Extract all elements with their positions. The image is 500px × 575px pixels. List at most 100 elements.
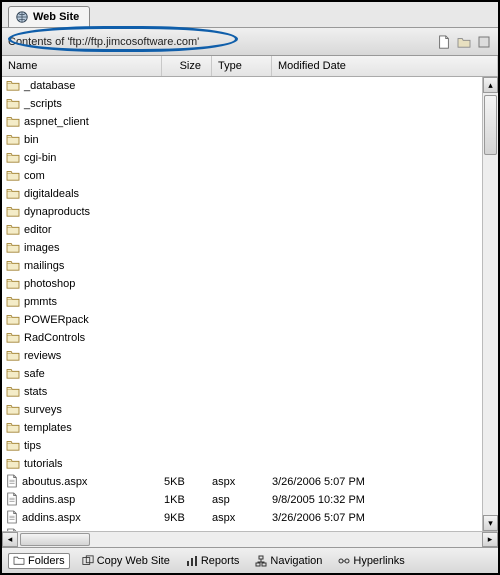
folder-row[interactable]: pmmts [2, 293, 482, 311]
item-name: tips [24, 440, 41, 452]
file-row[interactable]: addins.asp1KBasp9/8/2005 10:32 PM [2, 491, 482, 509]
item-name: aspnet_client [24, 116, 89, 128]
folder-row[interactable]: stats [2, 383, 482, 401]
copy-site-icon [82, 555, 94, 567]
folder-row[interactable]: RadControls [2, 329, 482, 347]
folder-row[interactable]: digitaldeals [2, 185, 482, 203]
item-name: bin [24, 134, 39, 146]
item-name: _database [24, 80, 75, 92]
bottom-tab-label: Navigation [270, 555, 322, 567]
column-header-type[interactable]: Type [212, 56, 272, 76]
item-name: addins.aspx [22, 512, 81, 524]
folder-row[interactable]: images [2, 239, 482, 257]
folder-row[interactable]: cgi-bin [2, 149, 482, 167]
item-size: 5KB [162, 476, 212, 488]
item-name: cgi-bin [24, 152, 56, 164]
folder-row[interactable]: POWERpack [2, 311, 482, 329]
item-name: safe [24, 368, 45, 380]
folder-icon [6, 259, 20, 274]
folder-icon [6, 331, 20, 346]
bottom-tab-navigation[interactable]: Navigation [251, 554, 326, 568]
column-header-modified[interactable]: Modified Date [272, 56, 498, 76]
item-name: RadControls [24, 332, 85, 344]
item-name: editor [24, 224, 52, 236]
folder-row[interactable]: safe [2, 365, 482, 383]
folder-icon [6, 439, 20, 454]
folder-row[interactable]: tips [2, 437, 482, 455]
folder-row[interactable]: bin [2, 131, 482, 149]
folder-icon [6, 205, 20, 220]
item-name: aboutus.aspx [22, 476, 87, 488]
contents-path-label: Contents of 'ftp://ftp.jimcosoftware.com… [8, 36, 199, 48]
hscroll-thumb[interactable] [20, 533, 90, 546]
file-row[interactable]: addins.aspx9KBaspx3/26/2006 5:07 PM [2, 509, 482, 527]
file-icon [6, 474, 18, 491]
folder-icon [6, 187, 20, 202]
bottom-tab-label: Copy Web Site [97, 555, 170, 567]
scroll-down-icon[interactable]: ▾ [483, 515, 498, 531]
bottom-tab-hyperlinks[interactable]: Hyperlinks [334, 554, 408, 568]
item-name: tutorials [24, 458, 63, 470]
new-page-icon[interactable] [436, 35, 452, 49]
folder-row[interactable]: dynaproducts [2, 203, 482, 221]
scroll-thumb[interactable] [484, 95, 497, 155]
item-name: digitaldeals [24, 188, 79, 200]
folder-icon [6, 295, 20, 310]
folder-icon [6, 133, 20, 148]
hscroll-track[interactable] [18, 532, 482, 547]
bottom-tab-copy[interactable]: Copy Web Site [78, 554, 174, 568]
bottom-tab-label: Folders [28, 555, 65, 567]
column-header-name[interactable]: Name [2, 56, 162, 76]
scroll-up-icon[interactable]: ▴ [483, 77, 498, 93]
folder-icon [6, 457, 20, 472]
folder-row[interactable]: tutorials [2, 455, 482, 473]
item-name: templates [24, 422, 72, 434]
item-name: _scripts [24, 98, 62, 110]
window-tab-bar: Web Site [2, 2, 498, 28]
folder-row[interactable]: photoshop [2, 275, 482, 293]
folder-icon [6, 97, 20, 112]
item-name: pmmts [24, 296, 57, 308]
scroll-left-icon[interactable]: ◂ [2, 532, 18, 547]
item-type: aspx [212, 512, 272, 524]
item-name: images [24, 242, 59, 254]
folders-icon [13, 555, 25, 567]
folder-row[interactable]: templates [2, 419, 482, 437]
scroll-track[interactable] [483, 93, 498, 515]
column-header-row: Name Size Type Modified Date [2, 56, 498, 77]
toolbar-extra-icon[interactable] [476, 35, 492, 49]
item-size: 9KB [162, 512, 212, 524]
file-icon [6, 510, 18, 527]
vertical-scrollbar[interactable]: ▴ ▾ [482, 77, 498, 531]
bottom-tab-folders[interactable]: Folders [8, 553, 70, 569]
folder-row[interactable]: reviews [2, 347, 482, 365]
folder-icon [6, 313, 20, 328]
folder-row[interactable]: mailings [2, 257, 482, 275]
folder-row[interactable]: aspnet_client [2, 113, 482, 131]
new-folder-icon[interactable] [456, 35, 472, 49]
file-list-wrap: _database _scripts aspnet_clientbin cgi-bin… [2, 77, 498, 531]
bottom-tab-reports[interactable]: Reports [182, 554, 244, 568]
horizontal-scrollbar[interactable]: ◂ ▸ [2, 531, 498, 547]
item-name: surveys [24, 404, 62, 416]
file-list[interactable]: _database _scripts aspnet_clientbin cgi-bin… [2, 77, 482, 531]
file-icon [6, 492, 18, 509]
file-row[interactable]: aboutus.aspx5KBaspx3/26/2006 5:07 PM [2, 473, 482, 491]
reports-icon [186, 555, 198, 567]
scroll-right-icon[interactable]: ▸ [482, 532, 498, 547]
folder-row[interactable]: _scripts [2, 95, 482, 113]
folder-icon [6, 223, 20, 238]
item-name: mailings [24, 260, 64, 272]
folder-row[interactable]: surveys [2, 401, 482, 419]
folder-row[interactable]: com [2, 167, 482, 185]
column-header-size[interactable]: Size [162, 56, 212, 76]
hyperlinks-icon [338, 555, 350, 567]
folder-row[interactable]: editor [2, 221, 482, 239]
item-name: com [24, 170, 45, 182]
folder-row[interactable]: _database [2, 77, 482, 95]
tab-label: Web Site [33, 11, 79, 23]
item-name: photoshop [24, 278, 75, 290]
tab-web-site[interactable]: Web Site [8, 6, 90, 27]
folder-icon [6, 151, 20, 166]
item-name: addins.asp [22, 494, 75, 506]
